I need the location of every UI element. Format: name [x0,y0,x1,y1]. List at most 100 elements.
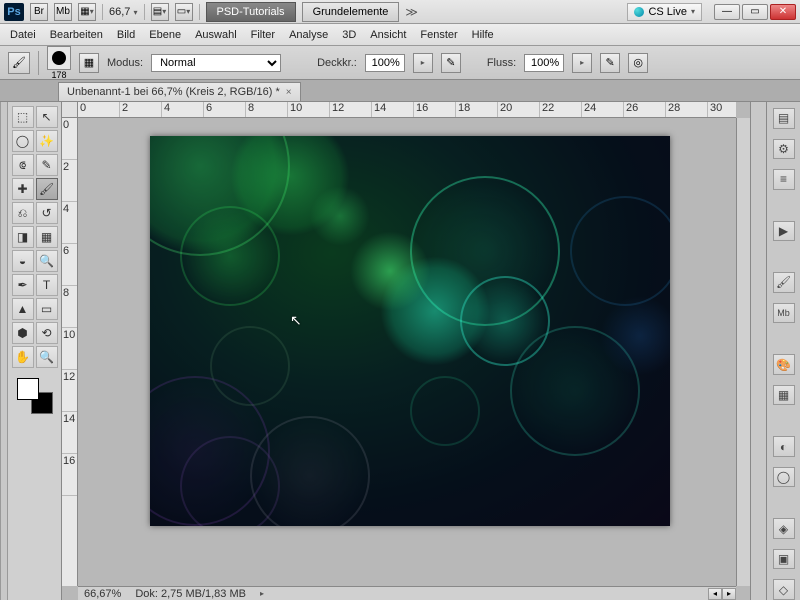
eraser-tool[interactable]: ◨ [12,226,34,248]
title-bar: Ps Br Mb ▦▾ 66,7 ▾ ▤▾ ▭▾ PSD-Tutorials G… [0,0,800,24]
dodge-tool[interactable]: 🔍 [36,250,58,272]
marquee-tool[interactable]: ↖ [36,106,58,128]
tool-preset-picker[interactable]: 🖌 [8,52,30,74]
separator [38,51,39,75]
separator [102,4,103,20]
blur-tool[interactable]: ◒ [12,250,34,272]
menu-auswahl[interactable]: Auswahl [195,29,237,41]
left-panel-collapsed[interactable] [0,102,8,600]
arrange-button[interactable]: ▤▾ [151,3,169,21]
foreground-swatch[interactable] [17,378,39,400]
screenmode-button[interactable]: ▭▾ [175,3,193,21]
main-area: ⬚ ↖ ◯ ✨ ⟃ ✎ ✚ 🖌 ⎌ ↺ ◨ ▦ ◒ 🔍 ✒ T ▲ ▭ ⬢ ⟲ … [0,102,800,600]
separator [199,4,200,20]
paths-panel-icon[interactable]: ◇ [773,579,795,600]
opacity-label: Deckkr.: [317,57,357,69]
scroll-right-icon[interactable]: ▸ [722,588,736,600]
layers-panel-icon[interactable]: ◈ [773,518,795,539]
gradient-tool[interactable]: ▦ [36,226,58,248]
more-workspaces[interactable]: ≫ [405,5,418,19]
ruler-vertical[interactable]: 0246810121416 [62,118,78,586]
cslive-button[interactable]: CS Live ▾ [627,3,702,21]
menu-filter[interactable]: Filter [251,29,275,41]
swatches-panel-icon[interactable]: ▦ [773,385,795,406]
minibridge-button[interactable]: Mb [54,3,72,21]
history-brush-tool[interactable]: ↺ [36,202,58,224]
crop-tool[interactable]: ⟃ [12,154,34,176]
document-tab-bar: Unbenannt-1 bei 66,7% (Kreis 2, RGB/16) … [0,80,800,102]
flow-input[interactable] [524,54,564,72]
lasso-tool[interactable]: ◯ [12,130,34,152]
zoom-tool[interactable]: 🔍 [36,346,58,368]
shape-tool[interactable]: ▭ [36,298,58,320]
close-icon[interactable]: × [286,87,292,98]
menu-3d[interactable]: 3D [342,29,356,41]
brush-panel-toggle[interactable]: ▦ [79,53,99,73]
status-docsize[interactable]: Dok: 2,75 MB/1,83 MB [135,588,246,600]
separator [144,4,145,20]
scrollbar-horizontal[interactable]: 66,67% Dok: 2,75 MB/1,83 MB ▸ ◂ ▸ [78,586,736,600]
flow-label: Fluss: [487,57,516,69]
options-bar: 🖌 178 ▦ Modus: Normal Deckkr.: ▸ ✎ Fluss… [0,46,800,80]
adjustments-panel-icon[interactable]: ◐ [773,436,795,457]
maximize-button[interactable]: ▭ [742,4,768,20]
right-panel-collapse-bar[interactable] [750,102,766,600]
mode-select[interactable]: Normal [151,54,281,72]
close-button[interactable]: ✕ [770,4,796,20]
zoom-level[interactable]: 66,7 ▾ [109,6,138,18]
type-tool[interactable]: T [36,274,58,296]
menu-ansicht[interactable]: Ansicht [370,29,406,41]
3d-tool[interactable]: ⬢ [12,322,34,344]
color-swatches[interactable] [17,378,53,414]
hand-tool[interactable]: ✋ [12,346,34,368]
opacity-flyout[interactable]: ▸ [413,53,433,73]
workspace-tab-active[interactable]: PSD-Tutorials [206,2,296,22]
menu-fenster[interactable]: Fenster [420,29,457,41]
minibridge-panel-icon[interactable]: Mb [773,303,795,324]
stamp-tool[interactable]: ⎌ [12,202,34,224]
scrollbar-vertical[interactable] [736,118,750,586]
eyedropper-tool[interactable]: ✎ [36,154,58,176]
path-select-tool[interactable]: ▲ [12,298,34,320]
bridge-button[interactable]: Br [30,3,48,21]
minimize-button[interactable]: — [714,4,740,20]
menu-datei[interactable]: Datei [10,29,36,41]
menu-bearbeiten[interactable]: Bearbeiten [50,29,103,41]
actions-panel-icon[interactable]: ⚙ [773,139,795,160]
document-canvas[interactable] [150,136,670,526]
opacity-input[interactable] [365,54,405,72]
status-flyout[interactable]: ▸ [260,589,264,598]
pen-tool[interactable]: ✒ [12,274,34,296]
healing-tool[interactable]: ✚ [12,178,34,200]
channels-panel-icon[interactable]: ▣ [773,549,795,570]
move-tool[interactable]: ⬚ [12,106,34,128]
view-extras-button[interactable]: ▦▾ [78,3,96,21]
color-panel-icon[interactable]: 🎨 [773,354,795,375]
brush-panel-icon[interactable]: ▶ [773,221,795,242]
history-panel-icon[interactable]: ▤ [773,108,795,129]
scroll-left-icon[interactable]: ◂ [708,588,722,600]
document-tab[interactable]: Unbenannt-1 bei 66,7% (Kreis 2, RGB/16) … [58,82,301,101]
menu-analyse[interactable]: Analyse [289,29,328,41]
properties-panel-icon[interactable]: ≡ [773,169,795,190]
wand-tool[interactable]: ✨ [36,130,58,152]
tools-panel: ⬚ ↖ ◯ ✨ ⟃ ✎ ✚ 🖌 ⎌ ↺ ◨ ▦ ◒ 🔍 ✒ T ▲ ▭ ⬢ ⟲ … [8,102,62,600]
ruler-origin[interactable] [62,102,78,118]
menu-bild[interactable]: Bild [117,29,135,41]
photoshop-icon: Ps [4,3,24,21]
status-zoom[interactable]: 66,67% [84,588,121,600]
menu-ebene[interactable]: Ebene [149,29,181,41]
airbrush-toggle[interactable]: ✎ [600,53,620,73]
menu-hilfe[interactable]: Hilfe [472,29,494,41]
brushpresets-panel-icon[interactable]: 🖌 [773,272,795,293]
flow-flyout[interactable]: ▸ [572,53,592,73]
masks-panel-icon[interactable]: ◯ [773,467,795,488]
ruler-horizontal[interactable]: 024681012141618202224262830 [78,102,736,118]
workspace-tab[interactable]: Grundelemente [302,2,400,22]
size-pressure-toggle[interactable]: ◎ [628,53,648,73]
3d-camera-tool[interactable]: ⟲ [36,322,58,344]
brush-tool[interactable]: 🖌 [36,178,58,200]
mode-label: Modus: [107,57,143,69]
brush-preset-picker[interactable]: 178 [47,46,71,80]
opacity-pressure-toggle[interactable]: ✎ [441,53,461,73]
